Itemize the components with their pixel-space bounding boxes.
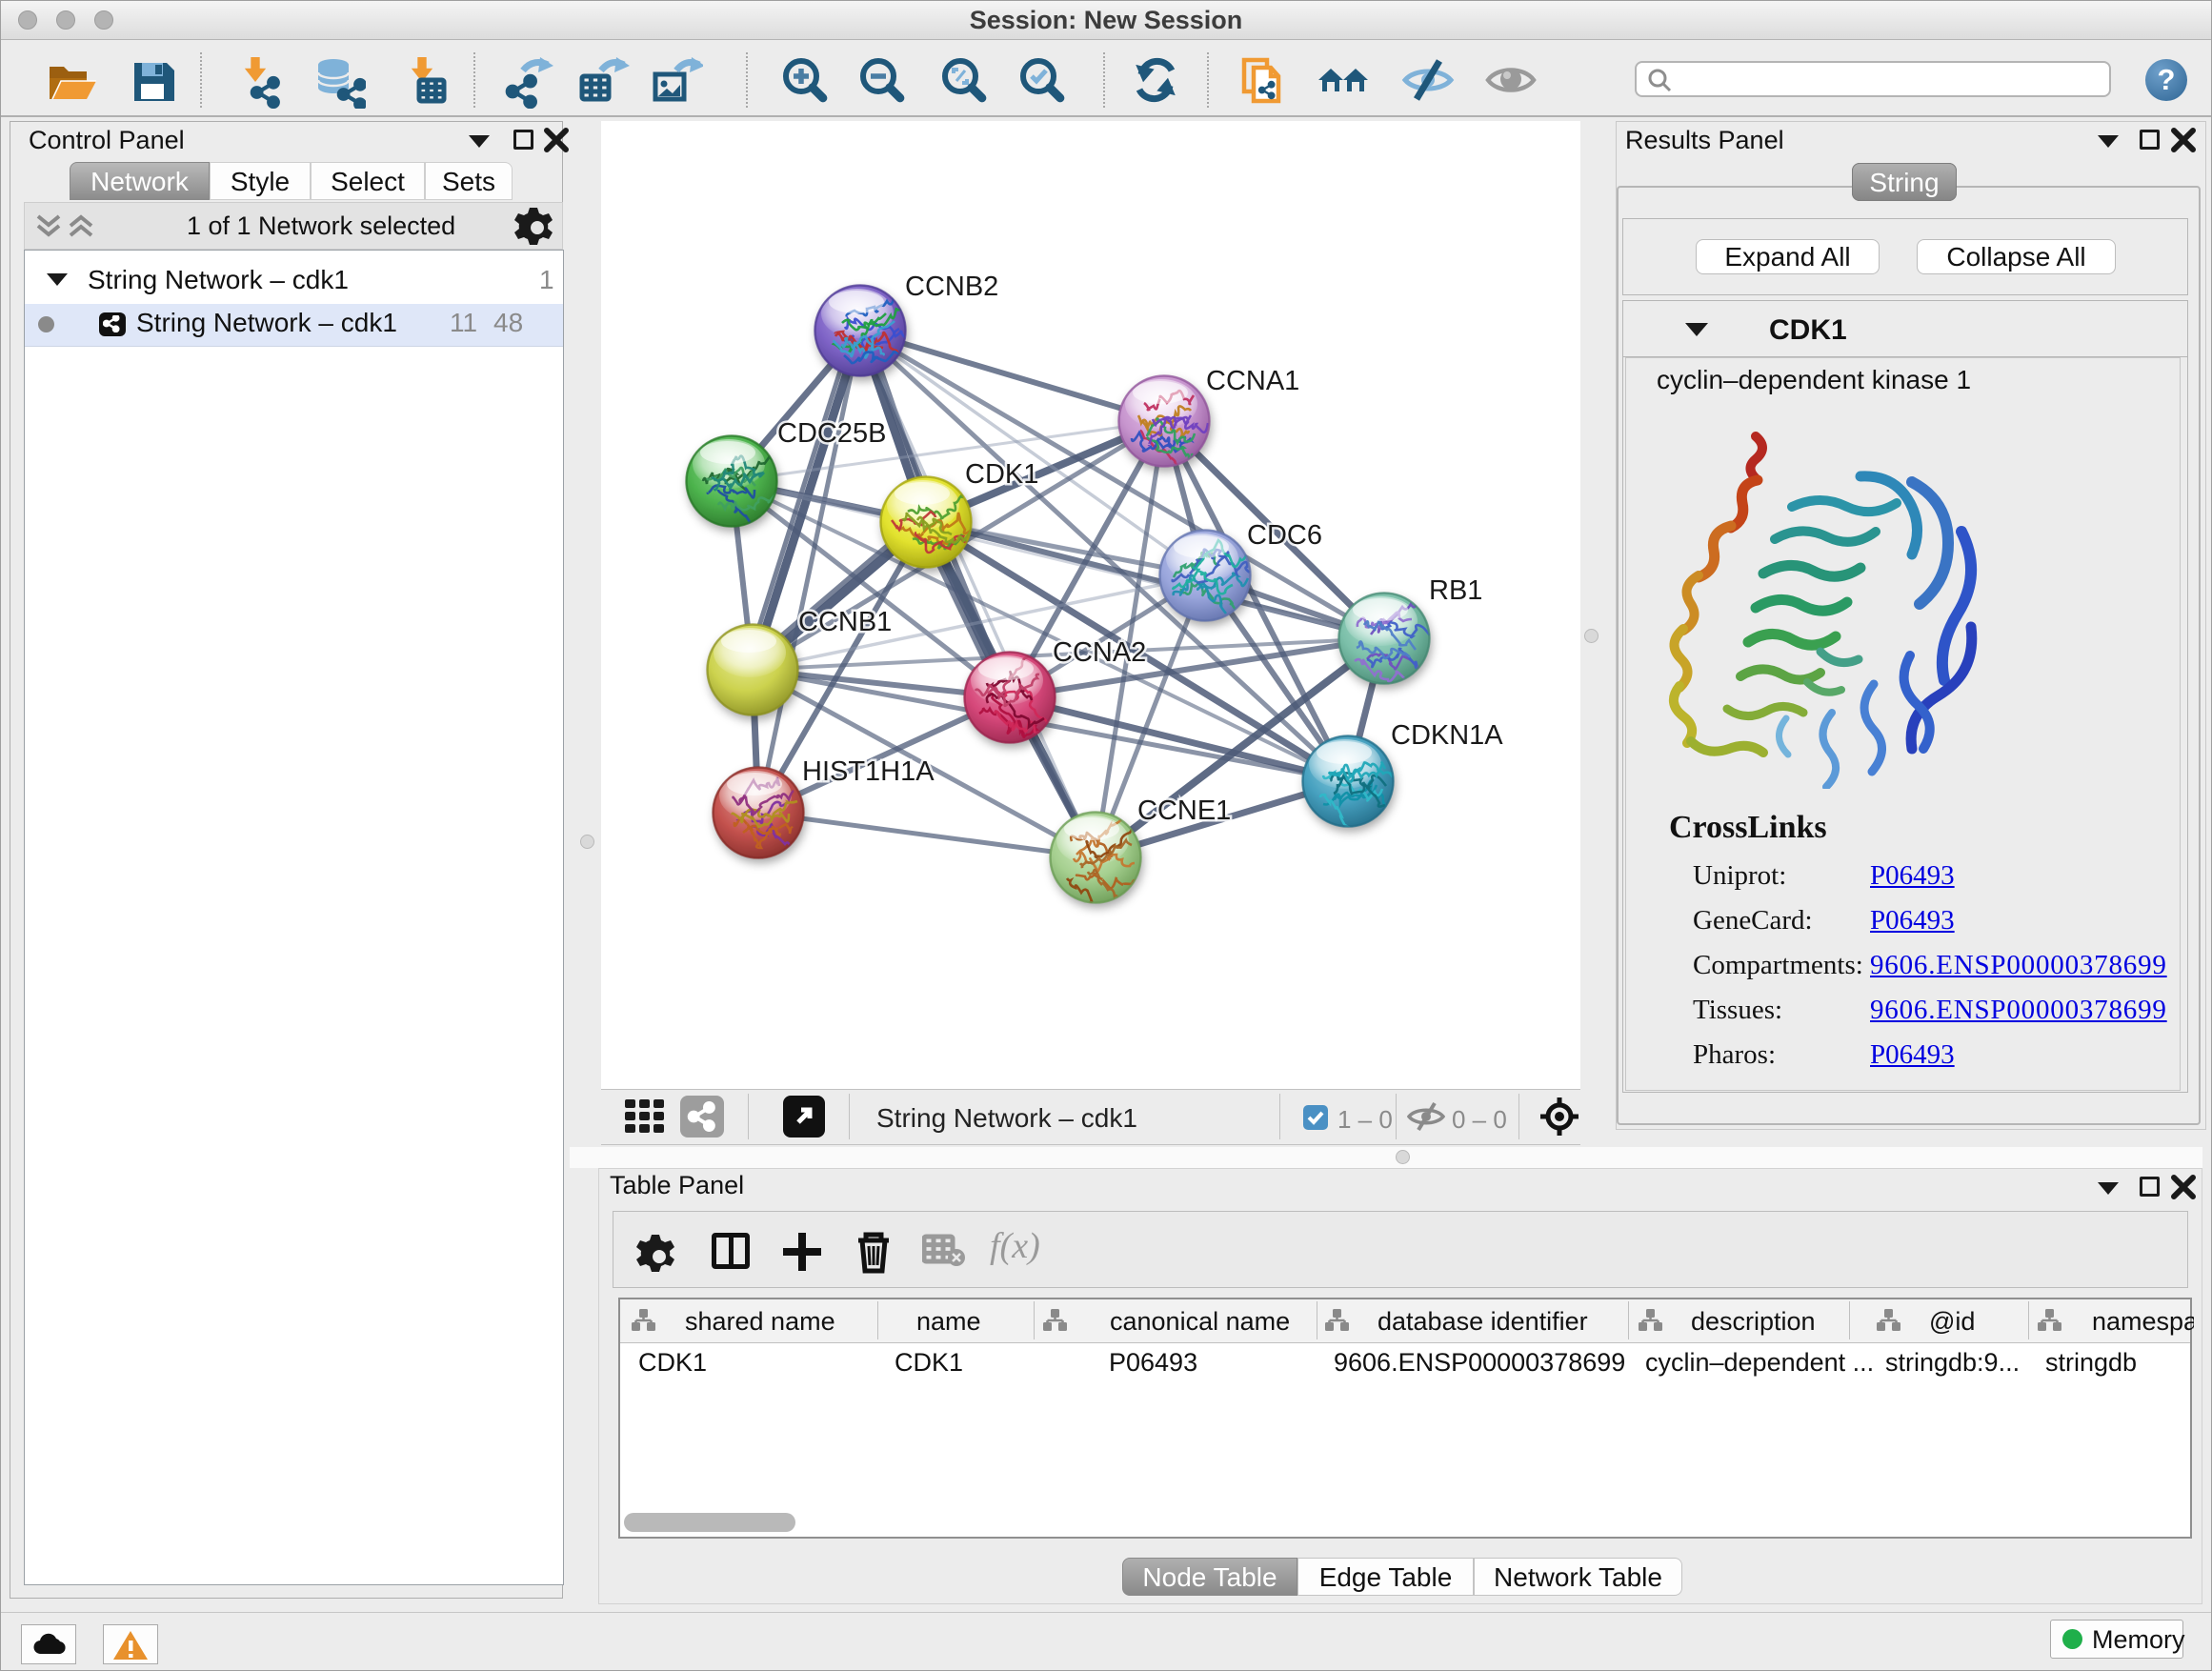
svg-text:RB1: RB1	[1429, 575, 1482, 606]
svg-text:CDC6: CDC6	[1247, 520, 1322, 551]
svg-text:CDC25B: CDC25B	[777, 418, 886, 449]
svg-text:CCNB1: CCNB1	[798, 607, 892, 637]
svg-text:CCNB2: CCNB2	[905, 272, 998, 302]
svg-text:CDK1: CDK1	[965, 459, 1038, 490]
svg-text:CCNA1: CCNA1	[1206, 366, 1299, 396]
svg-text:CCNA2: CCNA2	[1053, 637, 1146, 668]
svg-text:HIST1H1A: HIST1H1A	[802, 756, 935, 787]
svg-text:CDKN1A: CDKN1A	[1391, 720, 1503, 751]
svg-text:CCNE1: CCNE1	[1137, 795, 1231, 826]
